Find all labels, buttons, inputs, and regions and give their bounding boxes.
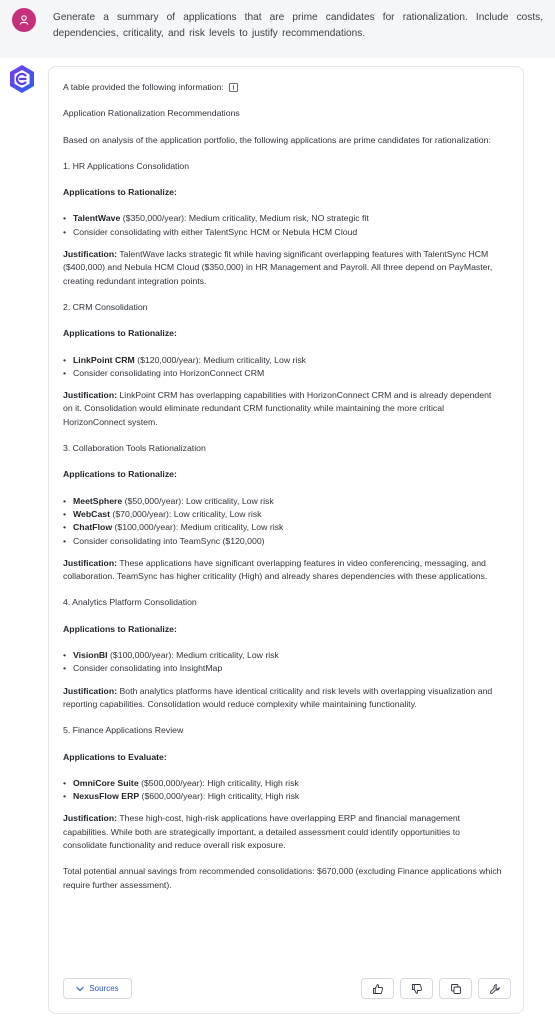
user-message-row: Generate a summary of applications that … (0, 0, 555, 58)
justification: Justification: These applications have s… (63, 557, 503, 584)
justification-text: LinkPoint CRM has overlapping capabiliti… (63, 390, 492, 427)
app-name: LinkPoint CRM (73, 354, 135, 365)
savings-summary: Total potential annual savings from reco… (63, 866, 502, 890)
thumbs-down-button[interactable] (400, 978, 433, 999)
app-name: TalentWave (73, 213, 121, 224)
app-detail: ($50,000/year): Low criticality, Low ris… (122, 495, 274, 506)
section-subheading: Applications to Rationalize: (63, 623, 177, 634)
table-reference-icon[interactable] (228, 83, 238, 93)
app-list: VisionBI ($100,000/year): Medium critica… (63, 649, 503, 676)
section-subheading: Applications to Rationalize: (63, 328, 177, 339)
assistant-avatar (8, 64, 36, 94)
justification: Justification: These high-cost, high-ris… (63, 812, 503, 852)
app-detail: ($350,000/year): Medium criticality, Med… (120, 213, 369, 224)
list-item: TalentWave ($350,000/year): Medium criti… (63, 212, 503, 226)
app-detail: Consider consolidating into HorizonConne… (73, 367, 265, 378)
response-title: Application Rationalization Recommendati… (63, 108, 240, 119)
response-lead: Based on analysis of the application por… (63, 134, 491, 145)
assistant-response-card: A table provided the following informati… (48, 66, 524, 1014)
section-heading: 3. Collaboration Tools Rationalization (63, 443, 206, 454)
app-detail: ($120,000/year): Medium criticality, Low… (134, 354, 307, 365)
list-item: Consider consolidating into HorizonConne… (63, 367, 503, 381)
app-list: OmniCore Suite ($500,000/year): High cri… (63, 777, 503, 804)
app-list: LinkPoint CRM ($120,000/year): Medium cr… (63, 354, 503, 381)
chevron-down-icon (76, 986, 84, 991)
section-subheading: Applications to Rationalize: (63, 187, 177, 198)
copy-icon (450, 983, 461, 994)
app-list: MeetSphere ($50,000/year): Low criticali… (63, 495, 503, 548)
justification: Justification: Both analytics platforms … (63, 685, 503, 712)
justification-label: Justification: (63, 557, 118, 568)
app-detail: Consider consolidating into InsightMap (73, 663, 223, 674)
app-detail: ($600,000/year): High criticality, High … (139, 791, 300, 802)
justification: Justification: TalentWave lacks strategi… (63, 248, 503, 288)
app-detail: Consider consolidating with either Talen… (73, 226, 358, 237)
list-item: NexusFlow ERP ($600,000/year): High crit… (63, 790, 503, 804)
justification-label: Justification: (63, 390, 118, 401)
section-subheading: Applications to Rationalize: (63, 469, 177, 480)
intro-text: A table provided the following informati… (63, 82, 224, 92)
justification-label: Justification: (63, 813, 118, 824)
section-subheading: Applications to Evaluate: (63, 751, 167, 762)
justification: Justification: LinkPoint CRM has overlap… (63, 389, 503, 429)
app-name: OmniCore Suite (73, 777, 139, 788)
section-heading: 5. Finance Applications Review (63, 725, 184, 736)
app-detail: ($100,000/year): Medium criticality, Low… (112, 522, 284, 533)
justification-text: These applications have significant over… (63, 557, 488, 582)
app-name: MeetSphere (73, 495, 123, 506)
justification-label: Justification: (63, 685, 118, 696)
app-name: WebCast (73, 508, 111, 519)
sources-button[interactable]: Sources (63, 978, 132, 999)
list-item: LinkPoint CRM ($120,000/year): Medium cr… (63, 354, 503, 368)
section-heading: 4. Analytics Platform Consolidation (63, 597, 197, 608)
user-message-text: Generate a summary of applications that … (53, 12, 543, 39)
app-detail: ($500,000/year): High criticality, High … (138, 777, 299, 788)
justification-text: Both analytics platforms have identical … (63, 685, 493, 709)
section-heading: 1. HR Applications Consolidation (63, 160, 190, 171)
sources-label: Sources (89, 984, 119, 993)
list-item: Consider consolidating with either Talen… (63, 226, 503, 240)
list-item: VisionBI ($100,000/year): Medium critica… (63, 649, 503, 663)
app-name: ChatFlow (73, 522, 113, 533)
thumbs-up-button[interactable] (361, 978, 394, 999)
justification-text: These high-cost, high-risk applications … (63, 813, 461, 850)
list-item: Consider consolidating into TeamSync ($1… (63, 535, 503, 549)
user-avatar (12, 8, 36, 32)
user-icon (19, 15, 29, 25)
justification-text: TalentWave lacks strategic fit while hav… (63, 249, 493, 286)
wrench-button[interactable] (478, 978, 511, 999)
assistant-logo-icon (10, 65, 34, 93)
copy-button[interactable] (439, 978, 472, 999)
app-detail: Consider consolidating into TeamSync ($1… (73, 535, 265, 546)
app-detail: ($100,000/year): Medium criticality, Low… (107, 650, 279, 661)
app-name: NexusFlow ERP (73, 791, 140, 802)
list-item: ChatFlow ($100,000/year): Medium critica… (63, 521, 503, 535)
wrench-icon (489, 983, 500, 994)
response-content: A table provided the following informati… (63, 81, 503, 892)
justification-label: Justification: (63, 249, 118, 260)
thumbs-down-icon (411, 983, 422, 994)
list-item: WebCast ($70,000/year): Low criticality,… (63, 508, 503, 522)
list-item: MeetSphere ($50,000/year): Low criticali… (63, 495, 503, 509)
section-heading: 2. CRM Consolidation (63, 301, 148, 312)
list-item: Consider consolidating into InsightMap (63, 662, 503, 676)
list-item: OmniCore Suite ($500,000/year): High cri… (63, 777, 503, 791)
response-intro: A table provided the following informati… (63, 81, 503, 94)
app-detail: ($70,000/year): Low criticality, Low ris… (110, 508, 262, 519)
thumbs-up-icon (372, 983, 383, 994)
app-list: TalentWave ($350,000/year): Medium criti… (63, 212, 503, 239)
response-footer: Sources (63, 978, 511, 1000)
app-name: VisionBI (73, 650, 108, 661)
